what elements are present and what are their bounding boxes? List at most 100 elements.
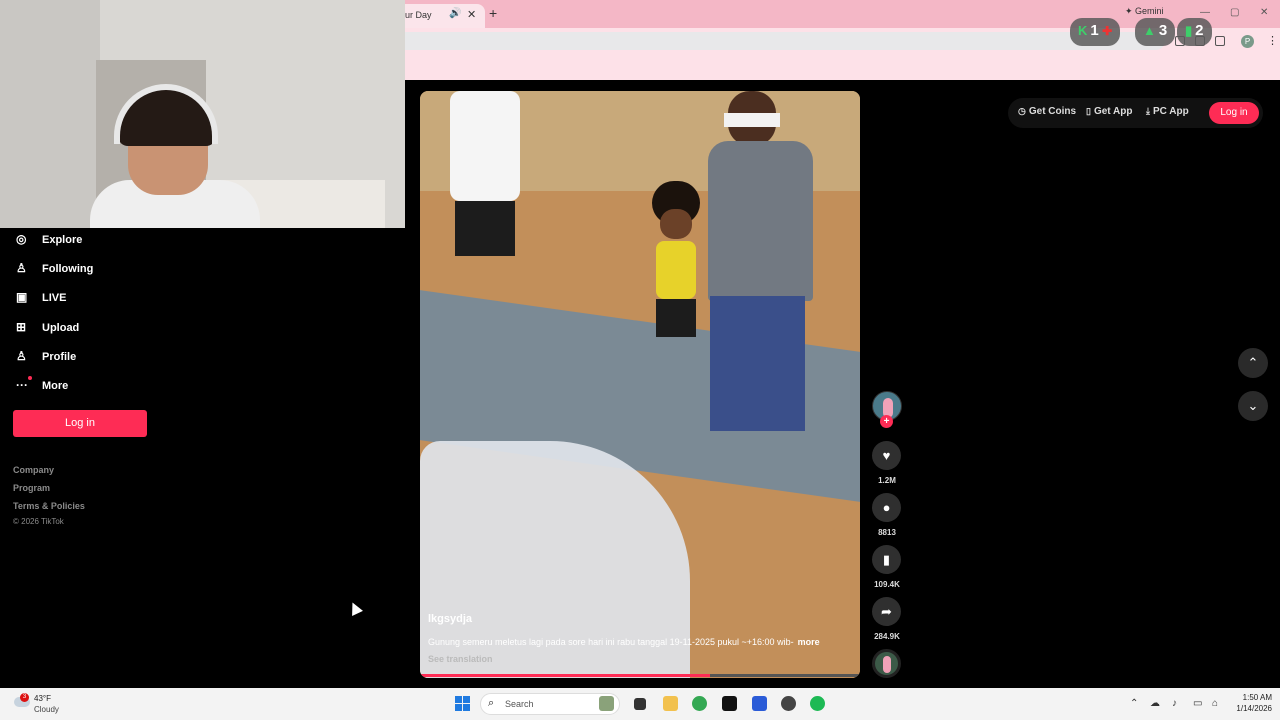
network-icon[interactable]: ⌂ <box>1212 698 1218 709</box>
phone-icon: ▯ <box>1086 106 1091 116</box>
overlay-badge-k: K1 ✚ <box>1070 18 1121 46</box>
extensions-puzzle-icon[interactable] <box>1215 36 1225 46</box>
sidebar-item-live[interactable]: ▣ LIVE <box>16 290 66 310</box>
video-progress-track[interactable] <box>420 674 860 677</box>
sidebar-item-following[interactable]: ♙ Following <box>16 261 93 281</box>
chevron-down-icon: ⌄ <box>1247 398 1259 413</box>
notification-dot <box>28 376 32 380</box>
heart-icon: ♥ <box>882 448 891 463</box>
video-username[interactable]: lkgsydja <box>428 613 472 625</box>
caption-more-button[interactable]: more <box>798 637 820 647</box>
webcam-overlay <box>0 0 405 228</box>
previous-video-button[interactable]: ⌃ <box>1238 348 1268 378</box>
next-video-button[interactable]: ⌄ <box>1238 391 1268 421</box>
down-arrow-icon: ✚ <box>1098 24 1113 38</box>
address-bar[interactable] <box>405 32 1165 50</box>
following-icon: ♙ <box>16 261 27 275</box>
music-disc[interactable] <box>872 649 901 678</box>
chevron-up-icon[interactable]: ⌃ <box>1130 698 1138 709</box>
video-child-shirt <box>656 241 696 299</box>
chrome-icon[interactable] <box>692 696 707 711</box>
file-explorer-icon[interactable] <box>663 696 678 711</box>
tab-title: ur Day <box>405 10 432 20</box>
display-icon[interactable]: ▭ <box>1193 698 1202 709</box>
browser-tab[interactable]: ur Day 🔊 ✕ <box>405 4 485 28</box>
minimize-button[interactable]: — <box>1200 7 1210 18</box>
notion-icon[interactable] <box>722 696 737 711</box>
pc-app-label: PC App <box>1152 106 1189 117</box>
follow-button[interactable]: + <box>880 415 893 428</box>
sidebar-item-more[interactable]: ··· More <box>16 376 69 398</box>
get-app-link[interactable]: ▯ Get App <box>1086 106 1132 117</box>
pc-app-link[interactable]: ⤓ PC App <box>1146 106 1189 117</box>
video-person-pants <box>710 296 805 431</box>
bookmark-icon: ▮ <box>882 552 891 567</box>
k-icon: K <box>1078 23 1088 38</box>
gemini-button[interactable]: ✦ Gemini <box>1125 6 1164 17</box>
weather-temperature: 43°F <box>34 694 51 703</box>
cloud-sync-icon[interactable]: ☁ <box>1150 698 1160 709</box>
new-tab-button[interactable]: + <box>489 5 497 21</box>
sidebar-item-profile[interactable]: ♙ Profile <box>16 349 76 369</box>
share-button[interactable]: ➦ <box>872 597 901 626</box>
like-button[interactable]: ♥ <box>872 441 901 470</box>
widget-app-icon[interactable] <box>599 696 614 711</box>
browser-menu-icon[interactable]: ⋮ <box>1267 34 1278 47</box>
profile-icon: ♙ <box>16 349 27 363</box>
video-caption: Gunung semeru meletus lagi pada sore har… <box>428 637 848 647</box>
spotify-icon[interactable] <box>810 696 825 711</box>
chevron-up-icon: ⌃ <box>1247 355 1259 370</box>
taskbar: 3 43°F Cloudy ⌕ Search ⌃ ☁ ♪ ▭ ⌂ 1:50 AM… <box>0 688 1280 720</box>
badge-value: 1 <box>1090 22 1099 39</box>
coin-icon: ◷ <box>1018 106 1026 116</box>
footer-link-terms[interactable]: Terms & Policies <box>13 501 85 511</box>
caption-text: Gunung semeru meletus lagi pada sore har… <box>428 637 794 647</box>
windows-logo-tile <box>463 696 470 703</box>
sidebar-item-label: Profile <box>42 351 77 363</box>
mic-icon[interactable]: ♪ <box>1172 698 1177 709</box>
task-view-icon[interactable] <box>634 698 646 710</box>
video-blindfold <box>724 113 780 127</box>
start-button[interactable] <box>455 696 470 711</box>
top-login-button[interactable]: Log in <box>1209 102 1259 124</box>
profile-avatar[interactable]: P <box>1241 35 1254 48</box>
sidebar-item-explore[interactable]: ◎ Explore <box>16 232 82 252</box>
comment-button[interactable]: ● <box>872 493 901 522</box>
footer-link-company[interactable]: Company <box>13 465 54 475</box>
screen: ur Day 🔊 ✕ + ✦ Gemini — ▢ ✕ P ⋮ K1 ✚ ▲ 3 … <box>0 0 1280 720</box>
save-button[interactable]: ▮ <box>872 545 901 574</box>
obs-icon[interactable] <box>781 696 796 711</box>
top-actions-bar: ◷ Get Coins ▯ Get App ⤓ PC App Log in <box>1008 98 1263 128</box>
see-translation-button[interactable]: See translation <box>428 654 493 664</box>
video-progress-fill <box>420 674 711 677</box>
disc-figure <box>883 656 891 673</box>
close-tab-button[interactable]: ✕ <box>467 8 476 21</box>
video-player[interactable]: lkgsydja Gunung semeru meletus lagi pada… <box>420 91 860 678</box>
sidebar-item-label: Upload <box>42 322 80 334</box>
windows-logo-tile <box>463 704 470 711</box>
weather-condition: Cloudy <box>34 705 59 714</box>
sidebar-item-label: More <box>42 380 69 392</box>
clock-date[interactable]: 1/14/2026 <box>1222 704 1272 713</box>
webcam-wall <box>0 0 100 228</box>
video-person-left <box>450 91 520 291</box>
video-person-shirt <box>450 91 520 201</box>
sidebar-item-label: LIVE <box>42 292 67 304</box>
close-window-button[interactable]: ✕ <box>1260 7 1268 18</box>
speaker-icon[interactable]: 🔊 <box>449 8 461 19</box>
live-icon: ▣ <box>16 290 28 304</box>
weather-badge: 3 <box>20 693 29 702</box>
sidebar-item-upload[interactable]: ⊞ Upload <box>16 320 79 340</box>
get-coins-link[interactable]: ◷ Get Coins <box>1018 106 1076 117</box>
badge-value: 3 <box>1158 22 1168 39</box>
gemini-label: Gemini <box>1135 6 1164 16</box>
get-app-label: Get App <box>1093 106 1133 117</box>
sidebar-login-button[interactable]: Log in <box>13 410 147 437</box>
like-count: 1.2M <box>878 476 896 485</box>
maximize-button[interactable]: ▢ <box>1230 7 1239 18</box>
more-icon: ··· <box>16 378 28 392</box>
footer-link-program[interactable]: Program <box>13 483 50 493</box>
clock-time[interactable]: 1:50 AM <box>1230 693 1272 702</box>
app-icon[interactable] <box>752 696 767 711</box>
sidebar-item-label: Following <box>42 263 94 275</box>
